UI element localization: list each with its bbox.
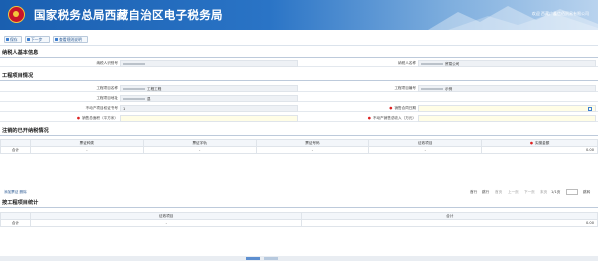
column-header: 票证字轨 [142,139,257,147]
column-header: 票证号码 [255,139,370,147]
taxpayer-id-label: 纳税人识别号 [96,61,118,65]
required-mark: ● [76,116,81,120]
pager-goto-button[interactable]: 跳转 [583,190,590,195]
table-cell: 合计 [0,219,31,227]
project-section-title: 工程项目情况 [0,72,598,81]
table-cell: - [142,146,257,154]
table-cell: 合计 [0,146,31,154]
document-icon [55,38,58,41]
column-header: 征收项目 [29,212,303,220]
column-header [0,139,31,147]
pager-prev-page[interactable]: 上一页 [508,190,519,195]
table-cell: - [368,146,483,154]
summary-section-title: 按工程项目统计 [0,199,598,208]
issued-table-header: 票证种类 票证字轨 票证号码 征收项目 ● 实缴金额 [0,139,598,147]
add-delete-links[interactable]: 添加票证 删除 [4,190,27,195]
view-rules-button[interactable]: 查看规则说明 [53,36,88,43]
calendar-icon[interactable] [588,107,592,111]
summary-table: 征收项目 合计 合计 - 0.00 [0,212,598,227]
project-name-value: 工程工程 [120,85,298,92]
taxpayer-name-label: 纳税人名称 [398,61,416,65]
project-code-label: 工程项目编号 [394,86,416,90]
table-row: 合计 - - - - 0.00 [0,146,598,154]
required-mark: ● [389,106,393,110]
project-row-3: 不动产项目权证书号 1 ● 销售合同日期 [0,105,598,112]
table-cell: 0.00 [481,146,598,154]
pager-page-count: 1/1页 [551,190,561,194]
sales-area-label: ● 销售总面积（平方米） [76,116,118,120]
table-cell: - [255,146,370,154]
column-header: 合计 [301,212,598,220]
next-step-button[interactable]: 下一步 [25,36,50,43]
pager-goto-input[interactable] [566,189,578,195]
project-name-label: 工程项目名称 [96,86,118,90]
pager-last-page[interactable]: 末页 [540,190,547,195]
arrow-right-icon [27,38,30,41]
required-mark: ● [529,140,533,145]
project-row-2: 工程项目地址 县 [0,95,598,102]
app-header: 国家税务总局西藏自治区电子税务局 欢迎 西藏广鑫信佰贸易有限公司 [0,0,598,30]
table-row: 合计 - 0.00 [0,219,598,227]
taxpayer-name-value: 贸易公司 [418,60,596,67]
project-address-value: 县 [120,95,298,102]
column-header: 票证种类 [29,139,144,147]
app-title: 国家税务总局西藏自治区电子税务局 [34,8,223,22]
tax-bureau-logo [8,6,25,23]
taxpayer-id-value [120,60,298,67]
sales-income-label: ● 不动产销售总收入（万元） [367,116,416,120]
footer-bar [0,256,598,261]
issued-section-title: 注销的已开纳税情况 [0,127,598,136]
save-button[interactable]: 保存 [4,36,22,43]
pager-jump-row[interactable]: 跳行 [482,190,489,195]
table-cell: - [29,146,144,154]
footer-tab[interactable] [264,257,278,260]
issued-table: 票证种类 票证字轨 票证号码 征收项目 ● 实缴金额 合计 - - - - 0.0… [0,139,598,154]
sales-income-input[interactable] [418,115,596,122]
welcome-user[interactable]: 欢迎 西藏广鑫信佰贸易有限公司 [532,11,589,17]
certificate-label: 不动产项目权证书号 [85,106,118,110]
contract-date-input[interactable] [418,105,596,112]
pager-first-page[interactable]: 首页 [495,190,502,195]
sales-area-input[interactable] [120,115,298,122]
certificate-value: 1 [120,105,298,112]
project-code-value: 示例 [418,85,596,92]
toolbar: 保存 下一步 查看规则说明 [0,34,598,46]
summary-table-header: 征收项目 合计 [0,212,598,220]
pager-first-row[interactable]: 首行 [470,190,477,195]
contract-date-label: ● 销售合同日期 [389,106,416,110]
save-icon [6,38,9,41]
column-header: 征收项目 [368,139,483,147]
footer-tab-active[interactable] [246,257,260,260]
pager: 添加票证 删除 首行 跳行 首页 上一页 下一页 末页 1/1页 跳转 [0,188,598,197]
taxpayer-info-row: 纳税人识别号 纳税人名称 贸易公司 [0,60,598,67]
column-header: ● 实缴金额 [481,139,598,147]
required-mark: ● [367,116,371,120]
project-row-4: ● 销售总面积（平方米） ● 不动产销售总收入（万元） [0,115,598,122]
table-cell: 0.00 [301,219,598,227]
pager-next-page[interactable]: 下一页 [524,190,535,195]
project-address-label: 工程项目地址 [96,96,118,100]
column-header [0,212,31,220]
project-row-1: 工程项目名称 工程工程 工程项目编号 示例 [0,85,598,92]
taxpayer-section-title: 纳税人基本信息 [0,49,598,58]
table-cell: - [29,219,303,227]
